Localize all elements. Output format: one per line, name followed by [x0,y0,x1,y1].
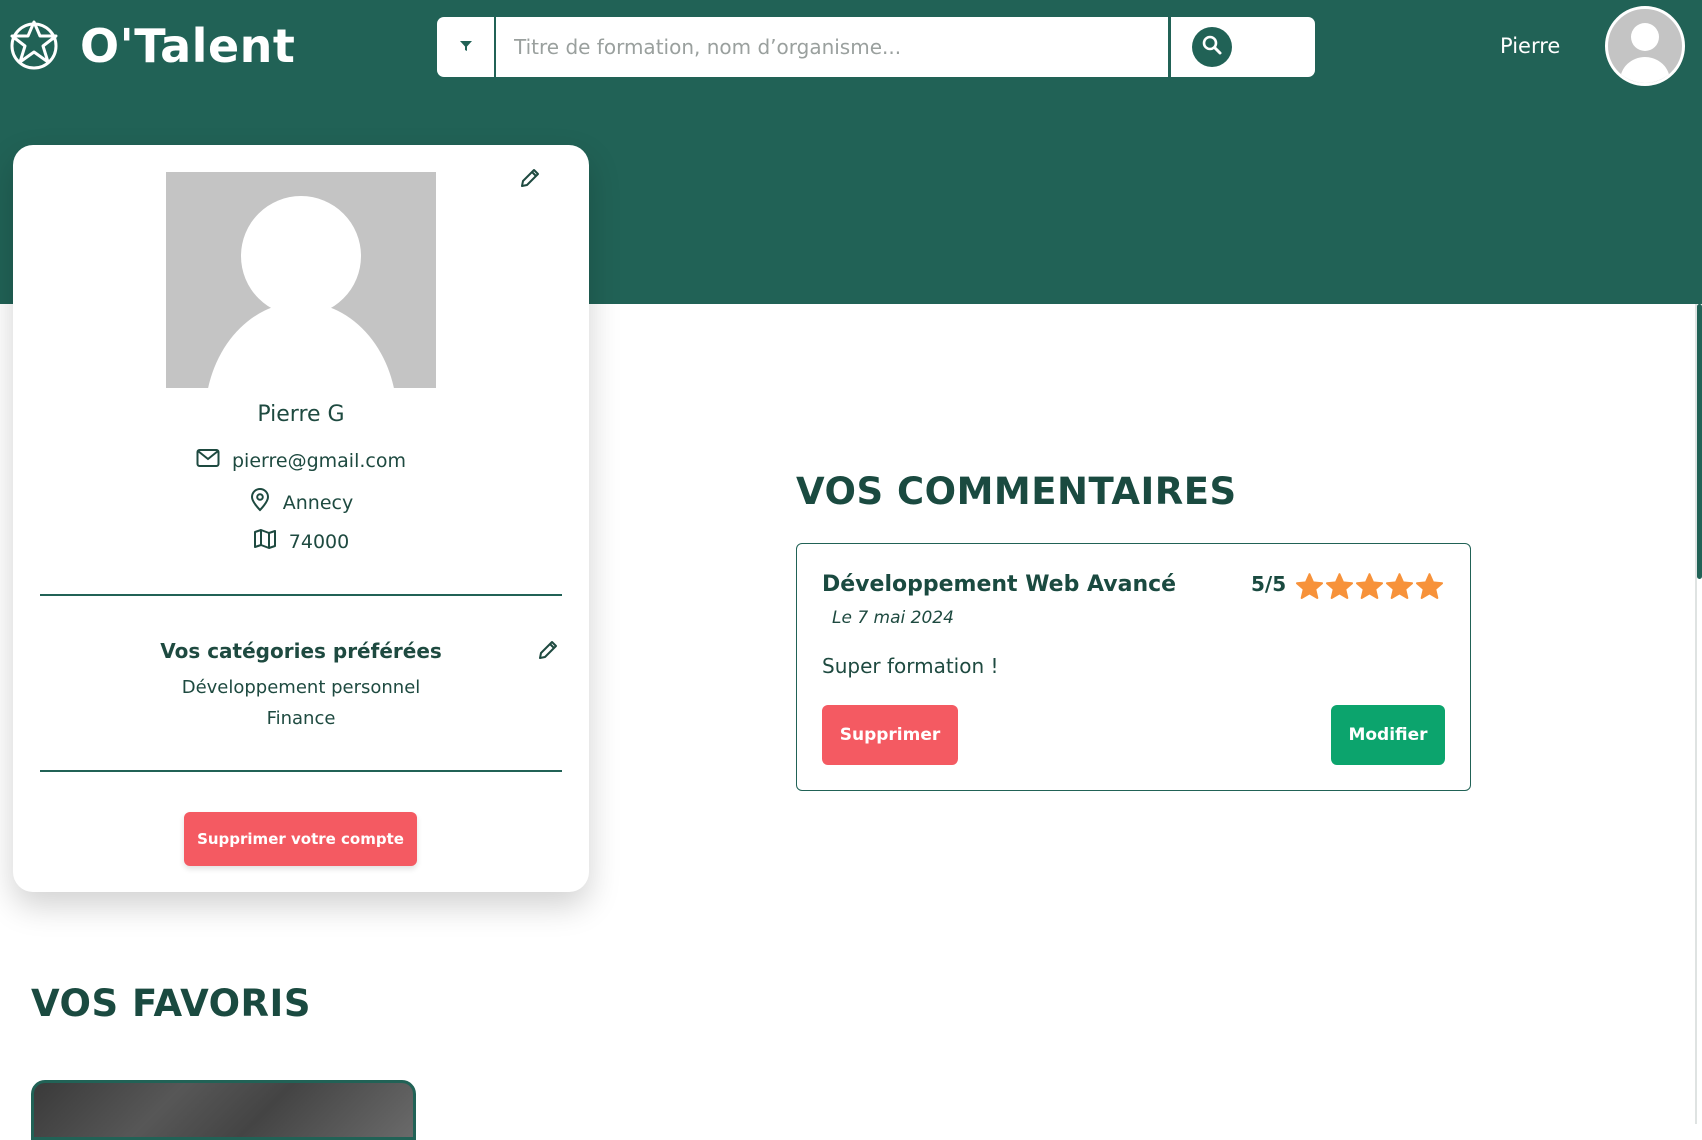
star-logo-icon[interactable] [6,14,58,78]
favorite-card[interactable] [31,1080,416,1140]
user-avatar-icon [1620,23,1670,83]
profile-email: pierre@gmail.com [232,449,406,472]
profile-postal-code: 74000 [288,530,350,553]
divider [40,594,562,596]
profile-avatar [166,172,436,388]
divider [40,770,562,772]
star-icon [1355,572,1384,605]
star-icon [1325,572,1354,605]
profile-email-row: pierre@gmail.com [13,448,589,473]
comment-card: Développement Web Avancé 5/5 Le 7 mai 20… [796,543,1471,791]
brand-name[interactable]: O'Talent [80,14,295,78]
profile-city-row: Annecy [13,488,589,517]
comment-rating-text: 5/5 [1251,572,1287,596]
mail-icon [196,448,220,473]
search-button[interactable] [1192,27,1232,67]
profile-card: Pierre G pierre@gmail.com Annecy 74000 V… [13,145,589,892]
search-input[interactable] [496,17,1168,77]
delete-account-button[interactable]: Supprimer votre compte [184,812,417,866]
edit-comment-button[interactable]: Modifier [1331,705,1445,765]
comments-section-title: VOS COMMENTAIRES [796,470,1237,513]
user-avatar[interactable] [1605,6,1685,86]
star-icon [1295,572,1324,605]
comment-date: Le 7 mai 2024 [832,608,954,628]
delete-comment-button[interactable]: Supprimer [822,705,958,765]
filter-funnel-icon [459,38,473,57]
comment-rating-stars [1295,572,1444,605]
search-separator [1168,17,1171,77]
search-bar [437,17,1315,77]
comment-course-title[interactable]: Développement Web Avancé [822,572,1176,597]
search-icon [1200,33,1224,61]
map-icon [253,528,277,555]
star-icon [1415,572,1444,605]
edit-preferences-pencil-icon[interactable] [535,637,561,663]
profile-city: Annecy [282,491,354,514]
edit-profile-pencil-icon[interactable] [517,165,543,191]
preference-item: Développement personnel [181,677,421,698]
filter-button[interactable] [437,17,496,77]
comment-text: Super formation ! [822,654,999,678]
profile-postal-row: 74000 [13,528,589,555]
location-pin-icon [249,488,271,517]
scrollbar-thumb[interactable] [1697,304,1702,579]
header-user-name[interactable]: Pierre [1500,30,1560,62]
preference-item: Finance [266,708,336,729]
profile-name: Pierre G [257,402,345,427]
preferences-title: Vos catégories préférées [160,639,442,663]
favorites-section-title: VOS FAVORIS [31,982,311,1025]
star-icon [1385,572,1414,605]
